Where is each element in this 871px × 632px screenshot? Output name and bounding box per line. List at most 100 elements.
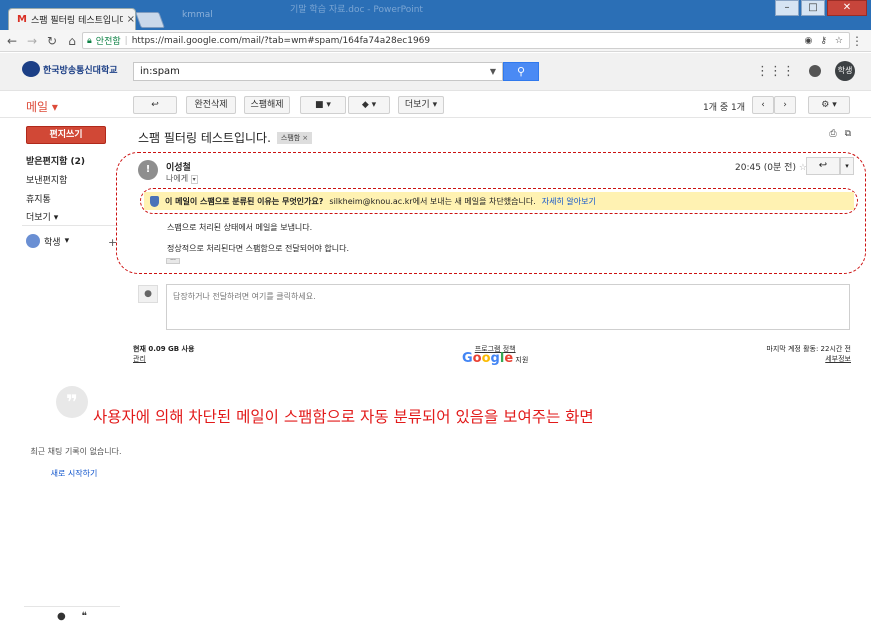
- account-activity: 마지막 계정 활동: 22시간 전 세부정보: [766, 344, 851, 364]
- new-window-icon[interactable]: ⧉: [845, 129, 851, 139]
- close-window-button[interactable]: ✕: [827, 0, 867, 16]
- spam-label-text: 스팸함: [280, 133, 301, 142]
- search-button[interactable]: ⚲: [503, 62, 539, 81]
- details-toggle-icon[interactable]: ▾: [190, 175, 198, 184]
- key-icon[interactable]: ⚷: [820, 36, 827, 46]
- recipient-details[interactable]: 나에게 ▾: [166, 173, 198, 184]
- chat-empty-text: 최근 채팅 기록이 없습니다.: [30, 447, 122, 456]
- lock-icon: 🔒︎: [87, 35, 92, 46]
- print-icon[interactable]: ⎙: [829, 129, 836, 139]
- university-logo[interactable]: 한국방송통신대학교: [22, 61, 118, 77]
- warning-avatar-icon: !: [138, 160, 158, 180]
- manage-link[interactable]: 관리: [133, 354, 194, 364]
- tab-close-icon[interactable]: ×: [127, 14, 135, 25]
- support-text[interactable]: 지원: [515, 356, 528, 364]
- avatar[interactable]: 학생: [835, 61, 855, 81]
- spam-reason-text: silkheim@knou.ac.kr에서 보내는 새 메일을 차단했습니다.: [329, 196, 536, 206]
- start-chat-link[interactable]: 새로 시작하기: [26, 468, 122, 479]
- sidebar-more-label: 더보기: [26, 213, 51, 223]
- spam-label-chip: 스팸함 ×: [276, 131, 313, 144]
- new-tab-button[interactable]: [135, 12, 165, 28]
- tab-title: 스팸 필터링 테스트입니다: [30, 16, 123, 26]
- more-button[interactable]: 더보기 ▾: [398, 96, 444, 114]
- mail-label[interactable]: 메일 ▾: [26, 98, 58, 115]
- message-more-button[interactable]: ▾: [840, 157, 854, 175]
- older-button[interactable]: ›: [774, 96, 796, 114]
- address-bar[interactable]: 🔒︎ 안전함 | https://mail.google.com/mail/?t…: [82, 32, 850, 49]
- reply-avatar-icon: ●: [138, 285, 158, 303]
- details-link[interactable]: 세부정보: [766, 354, 851, 364]
- apps-grid-icon[interactable]: ⋮⋮⋮: [756, 64, 795, 79]
- compose-button[interactable]: 편지쓰기: [26, 126, 106, 144]
- spam-notice: 이 메일이 스팸으로 분류된 이유는 무엇인가요? silkheim@knou.…: [144, 192, 854, 210]
- window-title-faded: kmmal: [182, 10, 213, 20]
- sidebar-divider: [22, 225, 118, 226]
- spam-reason-question: 이 메일이 스팸으로 분류된 이유는 무엇인가요?: [165, 196, 324, 206]
- reload-icon[interactable]: ↻: [44, 34, 60, 48]
- thread-actions: ⎙ ⧉: [829, 129, 851, 139]
- sidebar-item-sent[interactable]: 보낸편지함: [26, 173, 67, 186]
- forward-icon[interactable]: →: [24, 34, 40, 48]
- hangouts-user-name: 학생: [44, 237, 61, 248]
- not-spam-button[interactable]: 스팸해제: [244, 96, 290, 114]
- sender-name[interactable]: 이성철: [166, 160, 191, 173]
- person-icon[interactable]: ●: [57, 611, 66, 622]
- sidebar-item-more[interactable]: 더보기 ▾: [26, 210, 58, 223]
- search-value: in:spam: [140, 66, 180, 77]
- notifications-icon[interactable]: [809, 65, 821, 77]
- logo-text: 한국방송통신대학교: [43, 65, 118, 76]
- message-time: 20:45 (0분 전) ☆: [735, 160, 807, 173]
- more-button-label: 더보기: [404, 100, 430, 110]
- move-to-button[interactable]: ■ ▾: [300, 96, 346, 114]
- home-icon[interactable]: ⌂: [64, 34, 80, 48]
- usage-text: 현재 0.09 GB 사용: [133, 345, 195, 353]
- quote-bubble-icon: ❞: [56, 386, 88, 418]
- reply-button[interactable]: ↩: [806, 157, 840, 175]
- show-trimmed-content-button[interactable]: ···: [166, 258, 180, 264]
- browser-menu-icon[interactable]: ⋮: [851, 34, 863, 48]
- secure-label: 안전함: [95, 37, 121, 47]
- gmail-header: 한국방송통신대학교 in:spam ▼ ⚲ ⋮⋮⋮ 학생: [0, 53, 871, 91]
- settings-button[interactable]: ⚙ ▾: [808, 96, 850, 114]
- message-time-text: 20:45 (0분 전): [735, 163, 796, 173]
- learn-more-link[interactable]: 자세히 알아보기: [542, 196, 596, 207]
- newer-button[interactable]: ‹: [752, 96, 774, 114]
- gmail-favicon-icon: M: [17, 14, 27, 25]
- browser-titlebar: M 스팸 필터링 테스트입니다 × kmmal 기말 학습 자료.doc - P…: [0, 0, 871, 30]
- star-icon[interactable]: ☆: [835, 36, 843, 46]
- message-body-line: 스팸으로 처리된 상태에서 메일을 보냅니다.: [167, 223, 313, 232]
- shield-icon: [150, 195, 159, 207]
- browser-tab[interactable]: M 스팸 필터링 테스트입니다 ×: [8, 8, 136, 30]
- reply-input[interactable]: 답장하거나 전달하려면 여기를 클릭하세요.: [166, 284, 850, 330]
- hangouts-icon[interactable]: ❝: [82, 611, 87, 622]
- hangouts-user[interactable]: 학생 ▾: [26, 234, 69, 248]
- url-text: https://mail.google.com/mail/?tab=wm#spa…: [131, 35, 431, 46]
- maximize-button[interactable]: □: [801, 0, 825, 16]
- back-icon[interactable]: ←: [4, 34, 20, 48]
- logo-mark-icon: [22, 61, 40, 77]
- search-input[interactable]: in:spam ▼: [133, 62, 503, 81]
- header-right: ⋮⋮⋮ 학생: [756, 61, 855, 81]
- address-bar-row: ← → ↻ ⌂ 🔒︎ 안전함 | https://mail.google.com…: [0, 30, 871, 52]
- footer-policy: 프로그램 정책 Google 지원: [462, 344, 528, 365]
- to-me-text: 나에게: [166, 174, 189, 183]
- window-controls: – □ ✕: [775, 0, 867, 16]
- remove-label-icon[interactable]: ×: [302, 134, 308, 142]
- google-logo: Google: [462, 351, 514, 366]
- search-options-icon[interactable]: ▼: [490, 67, 496, 76]
- mail-label-text: 메일: [26, 100, 49, 114]
- pager-text: 1개 중 1개: [703, 103, 746, 113]
- labels-button[interactable]: ◆ ▾: [348, 96, 390, 114]
- minimize-button[interactable]: –: [775, 0, 799, 16]
- subject-text: 스팸 필터링 테스트입니다.: [138, 131, 271, 145]
- omnibox-icons: ◉ ⚷ ☆: [804, 36, 849, 46]
- sidebar-item-trash[interactable]: 휴지통: [26, 192, 51, 205]
- sidebar-item-inbox[interactable]: 받은편지함 (2): [26, 154, 85, 167]
- message-body-line: 정상적으로 처리된다면 스팸함으로 전달되어야 합니다.: [167, 244, 349, 253]
- google-support: Google 지원: [462, 351, 528, 366]
- eye-icon[interactable]: ◉: [804, 36, 812, 46]
- back-to-list-button[interactable]: ↩: [133, 96, 177, 114]
- separator: |: [124, 35, 128, 46]
- gmail-toolbar: 메일 ▾ ↩ 완전삭제 스팸해제 ■ ▾ ◆ ▾ 더보기 ▾ 1개 중 1개 ‹…: [0, 92, 871, 118]
- delete-forever-button[interactable]: 완전삭제: [186, 96, 236, 114]
